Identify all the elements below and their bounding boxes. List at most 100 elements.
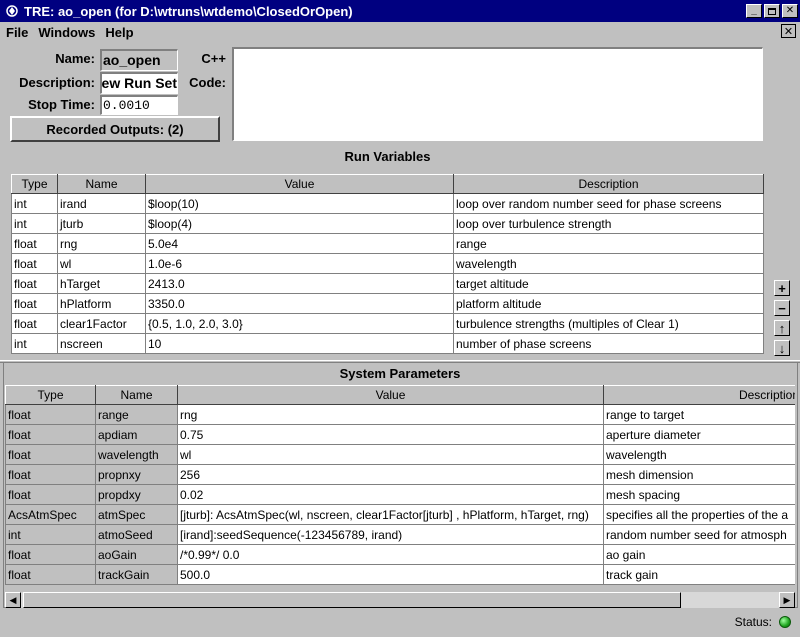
- type-cell[interactable]: float: [11, 253, 58, 274]
- app-icon[interactable]: [4, 3, 20, 19]
- type-cell[interactable]: float: [11, 233, 58, 254]
- table-row[interactable]: float apdiam 0.75 aperture diameter: [5, 424, 795, 445]
- close-button[interactable]: ✕: [782, 4, 798, 18]
- menu-windows[interactable]: Windows: [34, 25, 99, 40]
- value-cell[interactable]: rng: [177, 404, 604, 425]
- value-cell[interactable]: 10: [145, 333, 454, 354]
- description-cell[interactable]: range: [453, 233, 764, 254]
- scroll-right-button[interactable]: ▶: [779, 592, 795, 608]
- description-cell[interactable]: wavelength: [453, 253, 764, 274]
- name-cell[interactable]: wl: [57, 253, 146, 274]
- menu-file[interactable]: File: [2, 25, 32, 40]
- description-cell[interactable]: mesh dimension: [603, 464, 795, 485]
- name-cell[interactable]: hTarget: [57, 273, 146, 294]
- value-cell[interactable]: /*0.99*/ 0.0: [177, 544, 604, 565]
- value-cell[interactable]: $loop(4): [145, 213, 454, 234]
- table-row[interactable]: float aoGain/*0.99*/ 0.0 ao gain: [5, 544, 795, 565]
- value-cell[interactable]: [irand]:seedSequence(-123456789, irand): [177, 524, 604, 545]
- type-cell[interactable]: float: [11, 313, 58, 334]
- table-row[interactable]: float trackGain 500.0 track gain: [5, 564, 795, 585]
- description-field[interactable]: New Run Set: [100, 72, 178, 94]
- value-cell[interactable]: 5.0e4: [145, 233, 454, 254]
- table-row[interactable]: float hTarget 2413.0 target altitude: [11, 273, 764, 294]
- name-cell[interactable]: nscreen: [57, 333, 146, 354]
- description-cell[interactable]: aperture diameter: [603, 424, 795, 445]
- value-cell[interactable]: 256: [177, 464, 604, 485]
- value-cell[interactable]: {0.5, 1.0, 2.0, 3.0}: [145, 313, 454, 334]
- maximize-button[interactable]: [764, 4, 780, 18]
- description-cell[interactable]: turbulence strengths (multiples of Clear…: [453, 313, 764, 334]
- column-header-value[interactable]: Value: [177, 385, 604, 405]
- value-cell[interactable]: wl: [177, 444, 604, 465]
- document-close-button[interactable]: ✕: [781, 24, 796, 38]
- table-row[interactable]: float range rng range to target: [5, 404, 795, 425]
- value-cell[interactable]: 3350.0: [145, 293, 454, 314]
- table-row[interactable]: float propnxy 256 mesh dimension: [5, 464, 795, 485]
- description-cell[interactable]: loop over random number seed for phase s…: [453, 193, 764, 214]
- system-parameters-table: Type Name Value Description float range rn…: [5, 385, 795, 585]
- recorded-outputs-button[interactable]: Recorded Outputs: (2): [10, 116, 220, 142]
- column-header-description[interactable]: Description: [603, 385, 795, 405]
- table-row[interactable]: float rng 5.0e4 range: [11, 233, 764, 254]
- value-cell[interactable]: 1.0e-6: [145, 253, 454, 274]
- table-row[interactable]: float wl 1.0e-6 wavelength: [11, 253, 764, 274]
- name-cell[interactable]: rng: [57, 233, 146, 254]
- description-cell[interactable]: wavelength: [603, 444, 795, 465]
- move-down-button[interactable]: ↓: [774, 340, 790, 356]
- description-cell[interactable]: loop over turbulence strength: [453, 213, 764, 234]
- name-label: Name:: [55, 51, 95, 66]
- system-parameters-title: System Parameters: [339, 366, 461, 381]
- column-header-type[interactable]: Type: [11, 174, 58, 194]
- description-cell[interactable]: range to target: [603, 404, 795, 425]
- table-row[interactable]: AcsAtmSpec atmSpec [jturb]: AcsAtmSpec(wl,…: [5, 504, 795, 525]
- name-cell[interactable]: irand: [57, 193, 146, 214]
- description-cell[interactable]: mesh spacing: [603, 484, 795, 505]
- value-cell[interactable]: 0.75: [177, 424, 604, 445]
- description-cell[interactable]: target altitude: [453, 273, 764, 294]
- description-cell[interactable]: random number seed for atmosph: [603, 524, 795, 545]
- code-editor[interactable]: [232, 47, 763, 141]
- table-row[interactable]: float propdxy 0.02 mesh spacing: [5, 484, 795, 505]
- value-cell[interactable]: [jturb]: AcsAtmSpec(wl, nscreen, clear1F…: [177, 504, 604, 525]
- table-row[interactable]: float clear1Factor {0.5, 1.0, 2.0, 3.0} tur…: [11, 313, 764, 334]
- table-row[interactable]: int nscreen 10 number of phase screens: [11, 333, 764, 354]
- description-cell[interactable]: platform altitude: [453, 293, 764, 314]
- scroll-thumb[interactable]: [23, 592, 681, 608]
- column-header-type[interactable]: Type: [5, 385, 96, 405]
- column-header-name[interactable]: Name: [95, 385, 178, 405]
- type-cell[interactable]: int: [11, 213, 58, 234]
- name-cell[interactable]: hPlatform: [57, 293, 146, 314]
- value-cell[interactable]: 0.02: [177, 484, 604, 505]
- type-cell[interactable]: float: [11, 293, 58, 314]
- description-cell[interactable]: ao gain: [603, 544, 795, 565]
- value-cell[interactable]: 500.0: [177, 564, 604, 585]
- scroll-left-button[interactable]: ◀: [5, 592, 21, 608]
- remove-row-button[interactable]: −: [774, 300, 790, 316]
- value-cell[interactable]: 2413.0: [145, 273, 454, 294]
- description-cell[interactable]: specifies all the properties of the a: [603, 504, 795, 525]
- menu-help[interactable]: Help: [101, 25, 137, 40]
- description-cell[interactable]: track gain: [603, 564, 795, 585]
- name-cell: range: [95, 404, 178, 425]
- move-up-button[interactable]: ↑: [774, 320, 790, 336]
- type-cell[interactable]: int: [11, 193, 58, 214]
- stop-time-field[interactable]: 0.0010: [100, 95, 178, 115]
- minimize-button[interactable]: _: [746, 4, 762, 18]
- table-row[interactable]: int irand $loop(10) loop over random number…: [11, 193, 764, 214]
- type-cell[interactable]: float: [11, 273, 58, 294]
- table-row[interactable]: int jturb $loop(4) loop over turbulence str…: [11, 213, 764, 234]
- table-row[interactable]: float wavelength wl wavelength: [5, 444, 795, 465]
- table-row[interactable]: int atmoSeed [irand]:seedSequence(-1234567…: [5, 524, 795, 545]
- column-header-value[interactable]: Value: [145, 174, 454, 194]
- add-row-button[interactable]: +: [774, 280, 790, 296]
- type-cell[interactable]: int: [11, 333, 58, 354]
- name-cell: atmoSeed: [95, 524, 178, 545]
- name-cell[interactable]: clear1Factor: [57, 313, 146, 334]
- horizontal-scrollbar[interactable]: ◀ ▶: [5, 592, 795, 608]
- description-cell[interactable]: number of phase screens: [453, 333, 764, 354]
- value-cell[interactable]: $loop(10): [145, 193, 454, 214]
- table-row[interactable]: float hPlatform 3350.0 platform altitude: [11, 293, 764, 314]
- column-header-description[interactable]: Description: [453, 174, 764, 194]
- name-cell[interactable]: jturb: [57, 213, 146, 234]
- column-header-name[interactable]: Name: [57, 174, 146, 194]
